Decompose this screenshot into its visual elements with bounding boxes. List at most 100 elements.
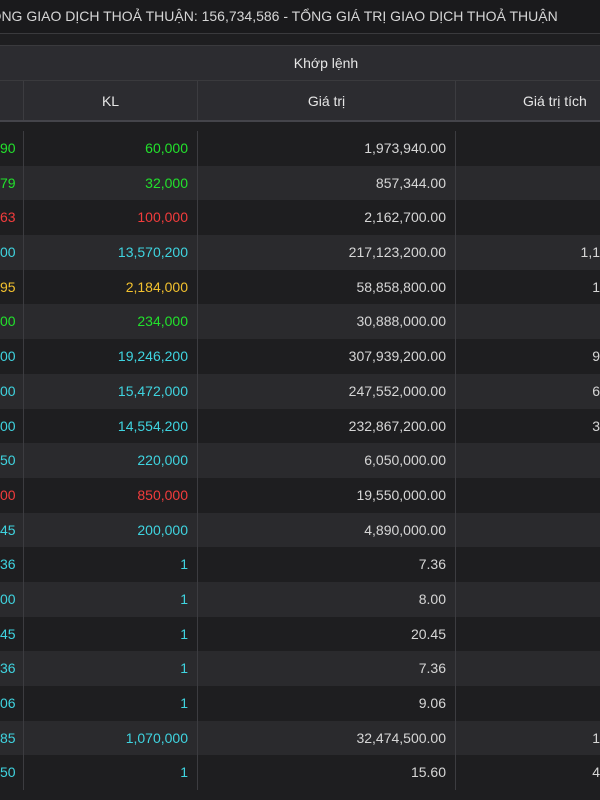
table-row[interactable]: 95 2,184,000 58,858,800.00 1 <box>0 269 600 305</box>
cell-price: 50 <box>0 764 16 781</box>
cell-cumulative-value: 6 <box>455 373 600 409</box>
cell-value: 15.60 <box>197 755 455 791</box>
cell-cumulative-value <box>455 165 600 201</box>
table-row[interactable]: 45 1 20.45 <box>0 616 600 652</box>
cell-cumulative-value: 1 <box>455 720 600 756</box>
column-header-cumulative-value[interactable]: Giá trị tích <box>455 81 600 120</box>
negotiated-trade-summary: TỔNG GIAO DỊCH THOẢ THUẬN: 156,734,586 -… <box>0 0 600 34</box>
cell-value: 2,162,700.00 <box>197 200 455 236</box>
column-header-value[interactable]: Giá trị <box>197 81 455 120</box>
table-row[interactable]: 90 60,000 1,973,940.00 <box>0 131 600 166</box>
cell-value: 247,552,000.00 <box>197 373 455 409</box>
table-row[interactable]: 50 1 15.60 4 <box>0 755 600 791</box>
cell-price: 00 <box>0 348 16 365</box>
cell-cumulative-value: 1 <box>455 269 600 305</box>
cell-value: 1,973,940.00 <box>197 131 455 166</box>
cell-price: 00 <box>0 382 16 399</box>
cell-price: 36 <box>0 556 16 573</box>
cell-cumulative-value <box>455 686 600 721</box>
table-row[interactable]: 00 13,570,200 217,123,200.00 1,1 <box>0 235 600 270</box>
cell-volume: 100,000 <box>23 200 197 236</box>
cell-value: 32,474,500.00 <box>197 720 455 756</box>
cell-volume: 14,554,200 <box>23 408 197 444</box>
table-row[interactable]: 36 1 7.36 <box>0 547 600 582</box>
table-row[interactable]: 00 19,246,200 307,939,200.00 9 <box>0 339 600 374</box>
cell-cumulative-value: 1,1 <box>455 235 600 270</box>
market-board: TỔNG GIAO DỊCH THOẢ THUẬN: 156,734,586 -… <box>0 0 600 800</box>
table-row[interactable]: 00 234,000 30,888,000.00 <box>0 304 600 340</box>
cell-value: 232,867,200.00 <box>197 408 455 444</box>
table-body: 90 60,000 1,973,940.00 79 32,000 857,344.00 63… <box>0 131 600 791</box>
table-row[interactable]: 06 1 9.06 <box>0 686 600 721</box>
cell-cumulative-value: 4 <box>455 755 600 791</box>
cell-volume: 1 <box>23 686 197 721</box>
cell-volume: 2,184,000 <box>23 269 197 305</box>
cell-volume: 32,000 <box>23 165 197 201</box>
cell-price: 00 <box>0 244 16 261</box>
cell-price: 50 <box>0 452 16 469</box>
cell-volume: 234,000 <box>23 304 197 340</box>
cell-value: 8.00 <box>197 581 455 617</box>
cell-cumulative-value: 3 <box>455 408 600 444</box>
table-group-header: Khớp lệnh <box>0 45 600 81</box>
cell-volume: 1 <box>23 755 197 791</box>
cell-price: 00 <box>0 417 16 434</box>
cell-value: 20.45 <box>197 616 455 652</box>
cell-cumulative-value <box>455 616 600 652</box>
table-row[interactable]: 45 200,000 4,890,000.00 <box>0 512 600 548</box>
cell-value: 4,890,000.00 <box>197 512 455 548</box>
cell-price: 45 <box>0 625 16 642</box>
cell-value: 7.36 <box>197 547 455 582</box>
cell-price: 00 <box>0 313 16 330</box>
cell-price: 36 <box>0 660 16 677</box>
table-column-headers: KL Giá trị Giá trị tích <box>0 81 600 122</box>
table-row[interactable]: 00 15,472,000 247,552,000.00 6 <box>0 373 600 409</box>
cell-cumulative-value <box>455 443 600 478</box>
cell-value: 217,123,200.00 <box>197 235 455 270</box>
cell-price: 90 <box>0 140 16 156</box>
cell-price: 85 <box>0 729 16 746</box>
cell-price: 63 <box>0 209 16 226</box>
cell-volume: 1 <box>23 616 197 652</box>
cell-volume: 850,000 <box>23 477 197 513</box>
table-row[interactable]: 36 1 7.36 <box>0 651 600 686</box>
cell-cumulative-value <box>455 581 600 617</box>
cell-volume: 19,246,200 <box>23 339 197 374</box>
cell-volume: 1 <box>23 581 197 617</box>
cell-cumulative-value <box>455 131 600 166</box>
table-row[interactable]: 63 100,000 2,162,700.00 <box>0 200 600 236</box>
cell-price: 06 <box>0 695 16 711</box>
cell-volume: 60,000 <box>23 131 197 166</box>
table-row[interactable]: 79 32,000 857,344.00 <box>0 165 600 201</box>
cell-cumulative-value <box>455 200 600 236</box>
cell-volume: 200,000 <box>23 512 197 548</box>
cell-volume: 15,472,000 <box>23 373 197 409</box>
cell-value: 9.06 <box>197 686 455 721</box>
table-row[interactable]: 00 14,554,200 232,867,200.00 3 <box>0 408 600 444</box>
cell-volume: 13,570,200 <box>23 235 197 270</box>
table-row[interactable]: 85 1,070,000 32,474,500.00 1 <box>0 720 600 756</box>
cell-price: 00 <box>0 590 16 607</box>
table-row[interactable]: 00 1 8.00 <box>0 581 600 617</box>
matched-order-header: Khớp lệnh <box>293 55 359 71</box>
cell-cumulative-value <box>455 477 600 513</box>
cell-cumulative-value <box>455 547 600 582</box>
cell-value: 19,550,000.00 <box>197 477 455 513</box>
column-header-price[interactable] <box>0 81 23 120</box>
cell-cumulative-value <box>455 512 600 548</box>
cell-price: 00 <box>0 486 16 503</box>
cell-price: 95 <box>0 278 16 295</box>
cell-cumulative-value: 9 <box>455 339 600 374</box>
cell-cumulative-value <box>455 651 600 686</box>
cell-volume: 1 <box>23 547 197 582</box>
table-row[interactable]: 00 850,000 19,550,000.00 <box>0 477 600 513</box>
cell-price: 45 <box>0 521 16 538</box>
table-row[interactable]: 50 220,000 6,050,000.00 <box>0 443 600 478</box>
cell-value: 6,050,000.00 <box>197 443 455 478</box>
cell-price: 79 <box>0 174 16 191</box>
cell-volume: 220,000 <box>23 443 197 478</box>
cell-value: 58,858,800.00 <box>197 269 455 305</box>
cell-value: 857,344.00 <box>197 165 455 201</box>
cell-volume: 1,070,000 <box>23 720 197 756</box>
column-header-volume[interactable]: KL <box>23 81 197 120</box>
